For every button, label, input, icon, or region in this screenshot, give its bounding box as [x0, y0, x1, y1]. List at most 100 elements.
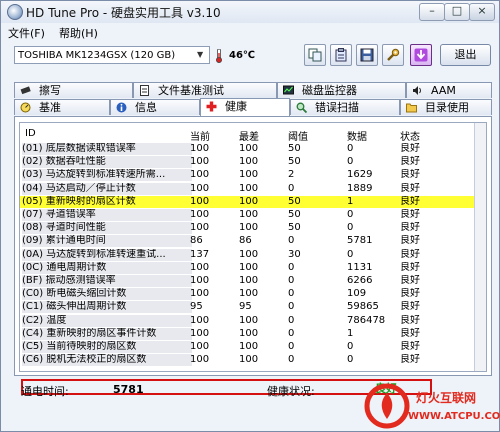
- raw-data: 1: [347, 195, 354, 207]
- threshold-value: 2: [288, 169, 295, 181]
- tab-aam[interactable]: AAM: [406, 82, 492, 98]
- health-status-label: 健康状况:: [267, 385, 315, 398]
- current-value: 100: [190, 143, 210, 154]
- table-row[interactable]: (02) 数据吞吐性能 100 100 50 0 良好: [20, 156, 486, 169]
- table-row[interactable]: (C4) 重新映射的扇区事件计数 100 100 0 1 良好: [20, 327, 486, 340]
- tab-file-benchmark-label: 文件基准测试: [158, 84, 224, 97]
- chevron-down-icon[interactable]: ▼: [197, 49, 207, 61]
- current-value: 100: [190, 275, 210, 286]
- clipboard-icon: [335, 48, 347, 62]
- worst-value: 100: [239, 261, 259, 273]
- table-row[interactable]: (C6) 脱机无法校正的扇区数 100 100 0 0 良好: [20, 354, 486, 367]
- attribute-name: (0A) 马达旋转到标准转速重试...: [22, 248, 192, 261]
- worst-value: 100: [239, 248, 259, 260]
- status-value: 良好: [400, 143, 420, 154]
- table-row[interactable]: (05) 重新映射的扇区计数 100 100 50 1 良好: [20, 195, 486, 208]
- threshold-value: 0: [288, 288, 295, 300]
- minimize-button[interactable]: –: [419, 3, 445, 21]
- tab-row-top: 擦写 文件基准测试 磁盘监控器 AAM: [14, 82, 494, 98]
- current-value: 100: [190, 195, 210, 207]
- tab-disk-monitor[interactable]: 磁盘监控器: [277, 82, 406, 98]
- status-value: 良好: [400, 248, 420, 260]
- menu-bar: 文件(F) 帮助(H): [1, 23, 499, 41]
- magnifier-icon: [296, 102, 307, 113]
- worst-value: 100: [239, 209, 259, 220]
- maximize-button[interactable]: □: [444, 3, 470, 21]
- table-row[interactable]: (BF) 振动感测错误率 100 100 0 6266 良好: [20, 275, 486, 287]
- menu-help[interactable]: 帮助(H): [59, 25, 98, 41]
- col-header-data[interactable]: 数据: [347, 128, 367, 143]
- copy-info-button[interactable]: [304, 44, 326, 66]
- table-row[interactable]: (01) 底层数据读取错误率 100 100 50 0 良好: [20, 143, 486, 155]
- col-header-id[interactable]: ID: [25, 128, 36, 139]
- tab-row-bottom: 基准 信息 健康 错误扫描 目录使用: [14, 98, 494, 116]
- table-row[interactable]: (0A) 马达旋转到标准转速重试... 137 100 30 0 良好: [20, 248, 486, 261]
- attribute-name: (C4) 重新映射的扇区事件计数: [22, 327, 192, 340]
- tab-benchmark[interactable]: 基准: [14, 99, 110, 115]
- save-button[interactable]: [356, 44, 378, 66]
- app-disk-icon: [7, 4, 23, 20]
- table-row[interactable]: (03) 马达旋转到标准转速所需... 100 100 2 1629 良好: [20, 169, 486, 182]
- table-row[interactable]: (04) 马达启动／停止计数 100 100 0 1889 良好: [20, 182, 486, 195]
- table-header: ID 当前 最差 阈值 数据 状态: [20, 123, 486, 143]
- current-value: 137: [190, 248, 210, 260]
- vertical-scrollbar[interactable]: [474, 123, 486, 371]
- raw-data: 0: [347, 209, 354, 220]
- tab-error-scan[interactable]: 错误扫描: [290, 99, 400, 115]
- col-header-worst[interactable]: 最差: [239, 128, 259, 143]
- tab-info[interactable]: 信息: [110, 99, 200, 115]
- copy-all-button[interactable]: [330, 44, 352, 66]
- table-row[interactable]: (C0) 断电磁头缩回计数 100 100 0 109 良好: [20, 288, 486, 301]
- tab-health[interactable]: 健康: [200, 98, 290, 116]
- col-header-current[interactable]: 当前: [190, 128, 210, 143]
- tab-folder-usage-label: 目录使用: [425, 101, 469, 114]
- raw-data: 786478: [347, 314, 386, 326]
- drive-select[interactable]: TOSHIBA MK1234GSX (120 GB) ▼: [14, 46, 210, 64]
- worst-value: 100: [239, 341, 259, 352]
- worst-value: 100: [239, 143, 259, 154]
- status-value: 良好: [400, 301, 420, 313]
- threshold-value: 0: [288, 261, 295, 273]
- attribute-name: (09) 累计通电时间: [22, 235, 192, 248]
- status-value: 良好: [400, 209, 420, 220]
- threshold-value: 50: [288, 156, 301, 168]
- table-row[interactable]: (C1) 磁头伸出周期计数 95 95 0 59865 良好: [20, 301, 486, 314]
- raw-data: 5781: [347, 235, 373, 247]
- options-button[interactable]: [382, 44, 404, 66]
- status-value: 良好: [400, 235, 420, 247]
- speaker-icon: [413, 86, 421, 95]
- table-row[interactable]: (C5) 当前待映射的扇区数 100 100 0 0 良好: [20, 341, 486, 353]
- attribute-name: (C6) 脱机无法校正的扇区数: [22, 354, 192, 367]
- col-header-status[interactable]: 状态: [400, 128, 420, 143]
- table-row[interactable]: (C2) 温度 100 100 0 786478 良好: [20, 314, 486, 327]
- power-button[interactable]: [410, 44, 432, 66]
- menu-file[interactable]: 文件(F): [8, 25, 45, 41]
- table-row[interactable]: (07) 寻道错误率 100 100 50 0 良好: [20, 209, 486, 221]
- attribute-name: (08) 寻道时间性能: [22, 222, 192, 235]
- worst-value: 100: [239, 327, 259, 339]
- exit-button[interactable]: 退出: [440, 44, 491, 66]
- tab-erase[interactable]: 擦写: [14, 82, 133, 98]
- table-row[interactable]: (09) 累计通电时间 86 86 0 5781 良好: [20, 235, 486, 248]
- status-value: 良好: [400, 195, 420, 207]
- table-row[interactable]: (0C) 通电周期计数 100 100 0 1131 良好: [20, 261, 486, 274]
- raw-data: 1131: [347, 261, 373, 273]
- col-header-threshold[interactable]: 阈值: [288, 128, 308, 143]
- tab-folder-usage[interactable]: 目录使用: [400, 99, 492, 115]
- title-bar[interactable]: HD Tune Pro - 硬盘实用工具 v3.10 – □ ×: [1, 1, 499, 24]
- close-button[interactable]: ×: [469, 3, 495, 21]
- table-row[interactable]: (08) 寻道时间性能 100 100 50 0 良好: [20, 222, 486, 235]
- raw-data: 0: [347, 248, 354, 260]
- smart-table[interactable]: ID 当前 最差 阈值 数据 状态 (01) 底层数据读取错误率 100 100 50…: [19, 122, 487, 372]
- info-icon: [116, 102, 127, 113]
- attribute-name: (C1) 磁头伸出周期计数: [22, 301, 192, 314]
- tab-file-benchmark[interactable]: 文件基准测试: [133, 82, 277, 98]
- threshold-value: 0: [288, 314, 295, 326]
- watermark-text: 灯火互联网: [416, 391, 477, 405]
- current-value: 100: [190, 169, 210, 181]
- status-value: 良好: [400, 314, 420, 326]
- status-value: 良好: [400, 222, 420, 234]
- current-value: 100: [190, 288, 210, 300]
- benchmark-icon: [20, 102, 31, 113]
- raw-data: 0: [347, 143, 354, 154]
